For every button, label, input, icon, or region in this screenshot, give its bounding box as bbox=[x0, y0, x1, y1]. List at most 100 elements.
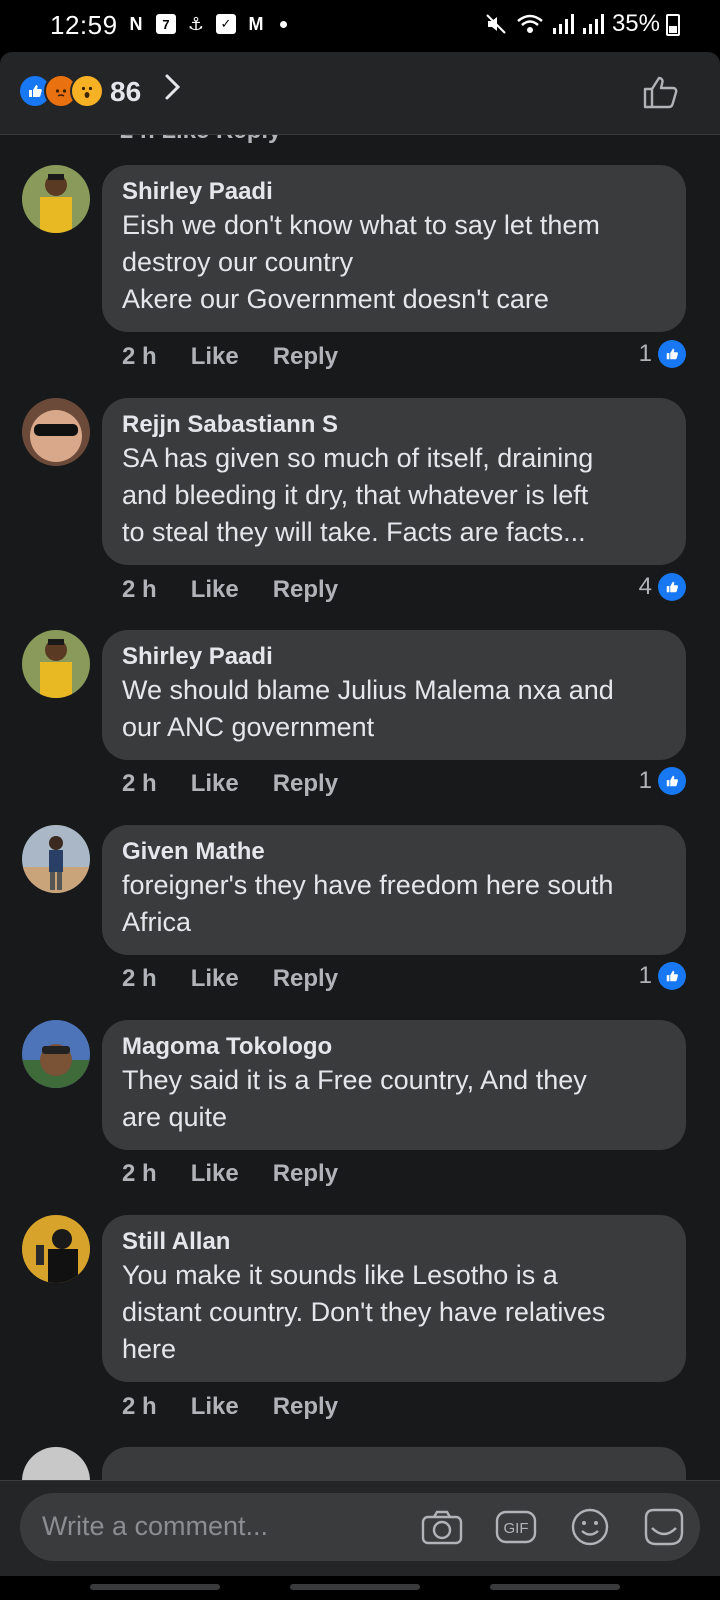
comment-text-line: SA has given so much of itself, draining bbox=[122, 443, 594, 473]
avatar[interactable] bbox=[22, 398, 90, 466]
comment-actions: 2 h Like Reply bbox=[122, 1160, 338, 1188]
comment-actions: 2 h Like Reply bbox=[122, 576, 338, 604]
comment-author[interactable]: Shirley Paadi bbox=[122, 642, 666, 672]
comment-time: 2 h bbox=[122, 576, 157, 603]
comment-text-line: our ANC government bbox=[122, 712, 375, 742]
netflix-icon: N bbox=[129, 13, 143, 34]
like-badge-icon bbox=[658, 573, 686, 601]
comment-text-line: destroy our country bbox=[122, 247, 354, 277]
comment-bubble[interactable] bbox=[102, 1447, 686, 1480]
comment-actions: 2 h Like Reply bbox=[122, 1393, 338, 1421]
camera-icon[interactable] bbox=[420, 1505, 464, 1549]
like-button[interactable]: Like bbox=[191, 576, 239, 604]
system-nav-bar bbox=[0, 1576, 720, 1600]
comment-like-count[interactable]: 4 bbox=[639, 573, 686, 601]
comment-bubble[interactable]: Rejjn Sabastiann S SA has given so much … bbox=[102, 398, 686, 565]
svg-text:GIF: GIF bbox=[504, 1520, 529, 1537]
status-icons-right: 35% bbox=[484, 10, 660, 38]
nav-back[interactable] bbox=[490, 1584, 620, 1590]
comment-bubble[interactable]: Still Allan You make it sounds like Leso… bbox=[102, 1215, 686, 1382]
comment-like-count[interactable]: 1 bbox=[639, 340, 686, 368]
like-count-number: 1 bbox=[638, 962, 652, 989]
app-icon: ⚓ bbox=[187, 13, 205, 34]
emoji-icon[interactable] bbox=[568, 1505, 612, 1549]
comment-like-count[interactable]: 1 bbox=[639, 962, 686, 990]
comment-time: 2 h bbox=[122, 1393, 157, 1420]
gif-icon[interactable]: GIF bbox=[494, 1505, 538, 1549]
gmail-icon: M bbox=[248, 13, 264, 34]
comment-text-line: Eish we don't know what to say let them bbox=[122, 210, 600, 240]
reply-button[interactable]: Reply bbox=[273, 1160, 338, 1188]
like-button[interactable]: Like bbox=[191, 1160, 239, 1188]
like-button[interactable]: Like bbox=[191, 965, 239, 993]
nav-recents[interactable] bbox=[90, 1584, 220, 1590]
comment-author[interactable]: Magoma Tokologo bbox=[122, 1032, 666, 1062]
status-time: 12:59 bbox=[50, 10, 118, 40]
comment-text-line: We should blame Julius Malema nxa and bbox=[122, 675, 614, 705]
comment-time: 2 h bbox=[122, 965, 157, 992]
reply-button[interactable]: Reply bbox=[273, 965, 338, 993]
nav-home[interactable] bbox=[290, 1584, 420, 1590]
avatar[interactable] bbox=[22, 165, 90, 233]
like-badge-icon bbox=[658, 340, 686, 368]
comment-text-line: to steal they will take. Facts are facts… bbox=[122, 517, 586, 547]
comment-author[interactable]: Shirley Paadi bbox=[122, 177, 666, 207]
comment-input[interactable]: Write a comment... GIF bbox=[20, 1493, 700, 1561]
comment-bubble[interactable]: Magoma Tokologo They said it is a Free c… bbox=[102, 1020, 686, 1150]
avatar[interactable] bbox=[22, 1020, 90, 1088]
comment-time: 2 h bbox=[122, 1160, 157, 1187]
reply-button[interactable]: Reply bbox=[273, 576, 338, 604]
comment-text-line: are quite bbox=[122, 1102, 228, 1132]
thumbs-up-icon[interactable] bbox=[642, 74, 680, 115]
avatar[interactable] bbox=[22, 1447, 90, 1480]
like-badge-icon bbox=[658, 767, 686, 795]
comment-actions: 2 h Like Reply bbox=[122, 343, 338, 371]
like-count-number: 1 bbox=[638, 340, 652, 367]
status-bar: 12:59 N 7 ⚓ ✓ M 35% bbox=[0, 0, 720, 52]
calendar-icon: 7 bbox=[156, 14, 176, 34]
comment-input-placeholder: Write a comment... bbox=[42, 1511, 269, 1541]
composer-tools: GIF bbox=[420, 1505, 686, 1549]
reply-button[interactable]: Reply bbox=[273, 770, 338, 798]
comment-time: 2 h bbox=[122, 343, 157, 370]
comment-like-count[interactable]: 1 bbox=[639, 767, 686, 795]
screen: 12:59 N 7 ⚓ ✓ M 35% 86 Shirley Paadi Eis… bbox=[0, 0, 720, 1600]
reaction-count[interactable]: 86 bbox=[110, 76, 141, 108]
comment-text-line: They said it is a Free country, And they bbox=[122, 1065, 587, 1095]
reply-button[interactable]: Reply bbox=[273, 343, 338, 371]
comment-text-line: here bbox=[122, 1334, 177, 1364]
comment-composer: Write a comment... GIF bbox=[0, 1480, 720, 1577]
like-button[interactable]: Like bbox=[191, 770, 239, 798]
like-button[interactable]: Like bbox=[191, 1393, 239, 1421]
comment-bubble[interactable]: Given Mathe foreigner's they have freedo… bbox=[102, 825, 686, 955]
avatar[interactable] bbox=[22, 825, 90, 893]
chevron-right-icon[interactable] bbox=[162, 72, 184, 110]
reply-button[interactable]: Reply bbox=[273, 1393, 338, 1421]
comment-text-line: Akere our Government doesn't care bbox=[122, 284, 549, 314]
comment-author[interactable]: Given Mathe bbox=[122, 837, 666, 867]
sticker-icon[interactable] bbox=[642, 1505, 686, 1549]
comment-actions: 2 h Like Reply bbox=[122, 770, 338, 798]
battery-percent: 35% bbox=[611, 10, 660, 37]
like-badge-icon bbox=[658, 962, 686, 990]
status-icons-left: N 7 ⚓ ✓ M bbox=[124, 12, 287, 36]
comments-list[interactable]: 2 h Like Reply Shirley Paadi Eish we don… bbox=[0, 135, 720, 1480]
comment-bubble[interactable]: Shirley Paadi We should blame Julius Mal… bbox=[102, 630, 686, 760]
battery-icon bbox=[666, 14, 680, 36]
comment-text-line: and bleeding it dry, that whatever is le… bbox=[122, 480, 589, 510]
checkbox-icon: ✓ bbox=[216, 14, 236, 34]
comment-text-line: distant country. Don't they have relativ… bbox=[122, 1297, 606, 1327]
comment-actions: 2 h Like Reply bbox=[122, 965, 338, 993]
comment-bubble[interactable]: Shirley Paadi Eish we don't know what to… bbox=[102, 165, 686, 332]
reactions-header[interactable]: 86 bbox=[0, 52, 720, 135]
comment-text-line: You make it sounds like Lesotho is a bbox=[122, 1260, 558, 1290]
comment-author[interactable]: Still Allan bbox=[122, 1227, 666, 1257]
wifi-icon bbox=[517, 14, 543, 33]
reaction-icons[interactable] bbox=[18, 74, 108, 110]
avatar[interactable] bbox=[22, 1215, 90, 1283]
comment-author[interactable]: Rejjn Sabastiann S bbox=[122, 410, 666, 440]
avatar[interactable] bbox=[22, 630, 90, 698]
like-button[interactable]: Like bbox=[191, 343, 239, 371]
wow-reaction-icon bbox=[70, 74, 104, 108]
signal-icon bbox=[552, 14, 574, 34]
